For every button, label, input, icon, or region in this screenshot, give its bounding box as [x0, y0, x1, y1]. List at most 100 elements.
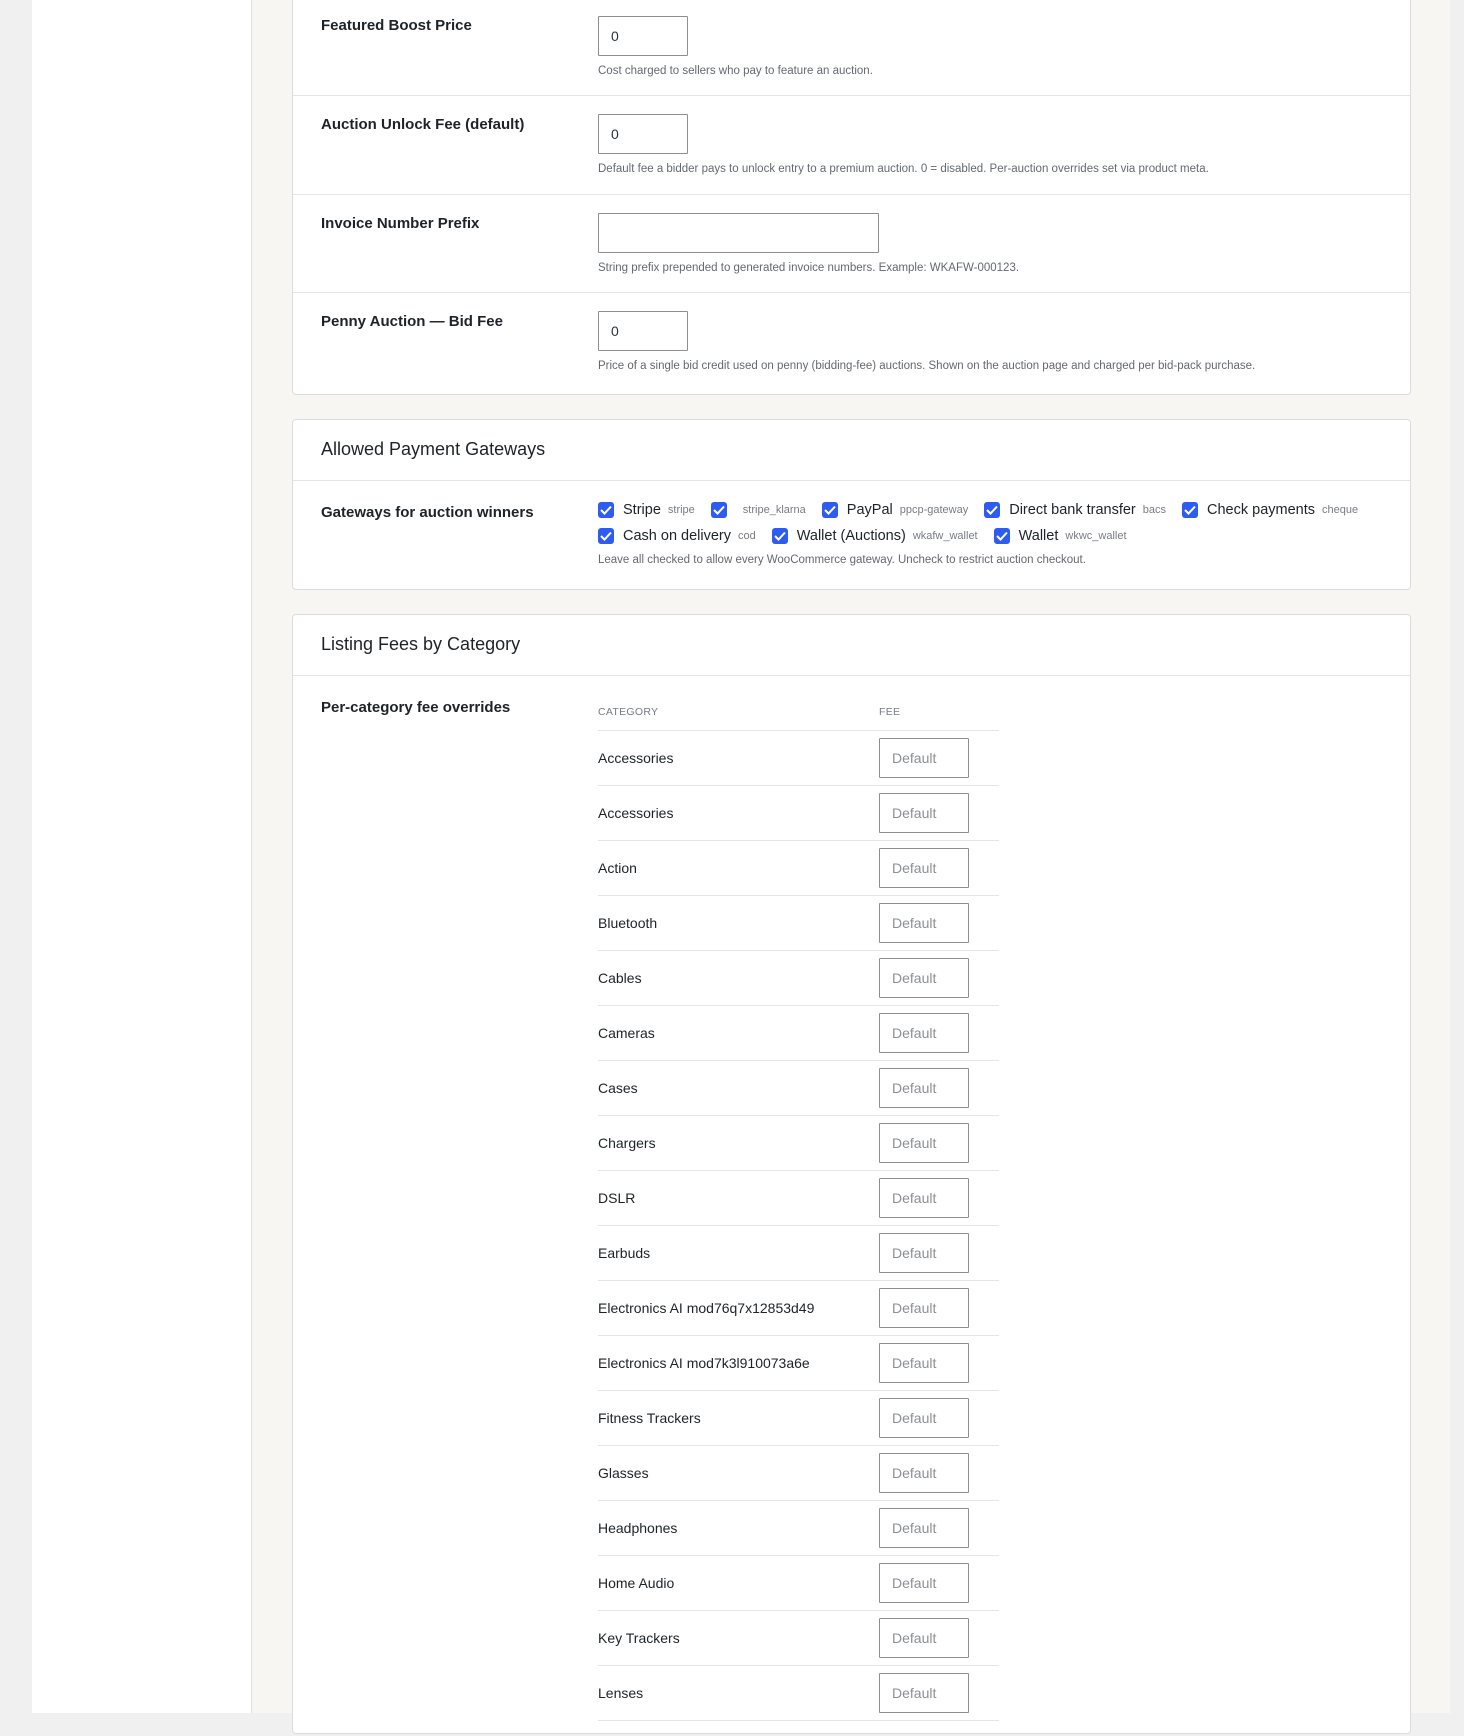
penny-bid-fee-input[interactable]: [598, 311, 688, 351]
category-fee-input[interactable]: [879, 1618, 969, 1658]
fee-cell: [879, 895, 999, 951]
checkbox-checked-icon[interactable]: [993, 528, 1010, 544]
unlock-fee-label: Auction Unlock Fee (default): [321, 116, 525, 133]
unlock-fee-field: Default fee a bidder pays to unlock entr…: [598, 114, 1209, 175]
gateway-id: stripe: [667, 504, 695, 516]
category-fee-input[interactable]: [879, 1178, 969, 1218]
category-fee-input[interactable]: [879, 958, 969, 998]
category-fee-input[interactable]: [879, 738, 969, 778]
category-fee-input[interactable]: [879, 848, 969, 888]
category-name: Earbuds: [598, 1225, 879, 1281]
checkbox-checked-icon[interactable]: [598, 502, 614, 518]
checkbox-checked-icon[interactable]: [710, 502, 727, 518]
category-fees-body: AccessoriesAccessoriesActionBluetoothCab…: [598, 730, 999, 1721]
category-fee-input[interactable]: [879, 793, 969, 833]
checkbox-checked-icon[interactable]: [771, 528, 788, 544]
fee-cell: [879, 1005, 999, 1061]
category-name: Electronics AI mod7k3l910073a6e: [598, 1335, 879, 1391]
category-name: DSLR: [598, 1170, 879, 1226]
category-name: Electronics AI mod76q7x12853d49: [598, 1280, 879, 1336]
listing-fees-title: Listing Fees by Category: [321, 634, 521, 654]
category-fee-input[interactable]: [879, 1563, 969, 1603]
table-row: Fitness Trackers: [598, 1390, 999, 1446]
checkbox-checked-icon[interactable]: [821, 502, 838, 518]
checkbox-checked-icon[interactable]: [598, 528, 614, 544]
table-row: Action: [598, 840, 999, 896]
payment-gateways-card: Allowed Payment Gateways Gateways for au…: [292, 419, 1411, 590]
table-row: Electronics AI mod7k3l910073a6e: [598, 1335, 999, 1391]
category-name: Home Audio: [598, 1555, 879, 1611]
gateway-wkafw-wallet[interactable]: Wallet (Auctions) wkafw_wallet: [771, 528, 978, 544]
listing-fees-header: Listing Fees by Category: [293, 615, 1410, 676]
category-fee-input[interactable]: [879, 1453, 969, 1493]
featured-boost-row: Featured Boost Price Cost charged to sel…: [293, 0, 1410, 96]
gateway-id: stripe_klarna: [742, 504, 806, 516]
invoice-prefix-input[interactable]: [598, 213, 879, 253]
category-name: Glasses: [598, 1445, 879, 1501]
invoice-prefix-field: String prefix prepended to generated inv…: [598, 213, 1019, 274]
gateway-id: wkafw_wallet: [912, 530, 978, 542]
table-row: Earbuds: [598, 1225, 999, 1281]
table-header-row: CATEGORY FEE: [598, 706, 999, 731]
checkbox-checked-icon[interactable]: [984, 502, 1001, 518]
fee-cell: [879, 1280, 999, 1336]
category-fee-input[interactable]: [879, 1288, 969, 1328]
gateway-name: Cash on delivery: [623, 528, 731, 544]
category-fee-input[interactable]: [879, 1343, 969, 1383]
category-fee-input[interactable]: [879, 1673, 969, 1713]
fee-cell: [879, 1170, 999, 1226]
table-row: Cases: [598, 1060, 999, 1116]
table-row: Headphones: [598, 1500, 999, 1556]
checkbox-checked-icon[interactable]: [1182, 502, 1199, 518]
gateway-bacs[interactable]: Direct bank transfer bacs: [984, 502, 1166, 518]
category-name: Fitness Trackers: [598, 1390, 879, 1446]
penny-bid-fee-row: Penny Auction — Bid Fee Price of a singl…: [293, 293, 1410, 393]
gateway-cheque[interactable]: Check payments cheque: [1182, 502, 1358, 518]
fee-cell: [879, 785, 999, 841]
table-row: Accessories: [598, 785, 999, 841]
gateway-id: bacs: [1142, 504, 1167, 516]
category-fee-input[interactable]: [879, 1068, 969, 1108]
category-fee-input[interactable]: [879, 1123, 969, 1163]
gateway-stripe[interactable]: Stripe stripe: [598, 502, 695, 518]
gateway-id: cod: [738, 530, 756, 542]
fee-cell: [879, 1445, 999, 1501]
category-fee-input[interactable]: [879, 1013, 969, 1053]
fee-cell: [879, 1335, 999, 1391]
unlock-fee-input[interactable]: [598, 114, 688, 154]
gateway-wkwc-wallet[interactable]: Wallet wkwc_wallet: [993, 528, 1127, 544]
category-name: Action: [598, 840, 879, 896]
gateway-name: Check payments: [1207, 502, 1316, 518]
gateway-id: ppcp-gateway: [899, 504, 969, 516]
featured-boost-label: Featured Boost Price: [321, 17, 472, 34]
category-fee-input[interactable]: [879, 903, 969, 943]
category-fee-input[interactable]: [879, 1398, 969, 1438]
gateway-id: cheque: [1322, 504, 1359, 516]
payment-gateways-header: Allowed Payment Gateways: [293, 420, 1410, 481]
category-name: Key Trackers: [598, 1610, 879, 1666]
table-row: Lenses: [598, 1665, 999, 1721]
gateways-help: Leave all checked to allow every WooComm…: [598, 554, 1086, 566]
listing-fees-card: Listing Fees by Category Per-category fe…: [292, 614, 1411, 1734]
fee-cell: [879, 1500, 999, 1556]
table-row: Key Trackers: [598, 1610, 999, 1666]
category-name: Accessories: [598, 785, 879, 841]
gateway-line-2: Cash on delivery cod Wallet (Auctions) w…: [598, 523, 1358, 549]
category-name: Cases: [598, 1060, 879, 1116]
featured-boost-input[interactable]: [598, 16, 688, 56]
invoice-prefix-label: Invoice Number Prefix: [321, 215, 480, 232]
gateway-line-1: Stripe stripe stripe_klarna PayPal ppcp-…: [598, 497, 1358, 523]
listing-fees-label: Per-category fee overrides: [321, 699, 511, 716]
penny-bid-fee-help: Price of a single bid credit used on pen…: [598, 360, 1256, 372]
gateway-name: Wallet (Auctions): [796, 528, 906, 544]
gateway-cod[interactable]: Cash on delivery cod: [598, 528, 756, 544]
category-name: Cameras: [598, 1005, 879, 1061]
category-fee-input[interactable]: [879, 1508, 969, 1548]
gateway-stripe-klarna[interactable]: stripe_klarna: [710, 502, 806, 518]
fee-cell: [879, 1390, 999, 1446]
gateway-paypal[interactable]: PayPal ppcp-gateway: [821, 502, 969, 518]
table-row: Cameras: [598, 1005, 999, 1061]
column-header-fee: FEE: [879, 706, 999, 731]
featured-boost-field: Cost charged to sellers who pay to featu…: [598, 16, 873, 77]
category-fee-input[interactable]: [879, 1233, 969, 1273]
